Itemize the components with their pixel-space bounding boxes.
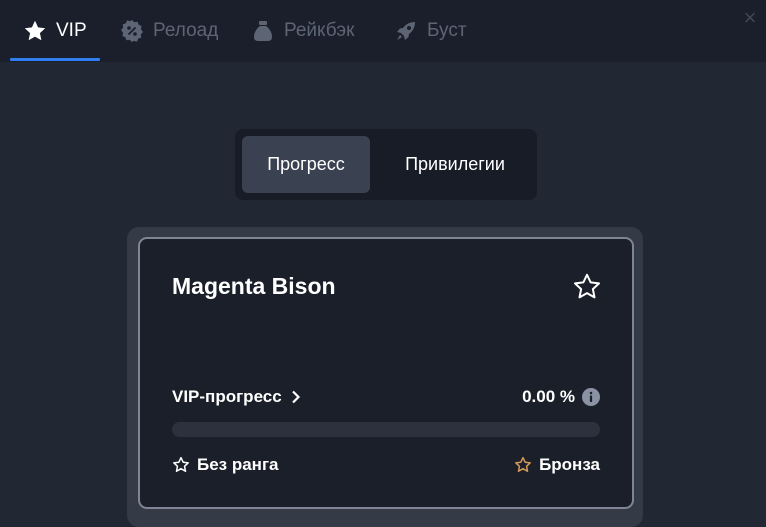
tab-vip-label: VIP	[56, 20, 87, 41]
tab-boost-label: Буст	[427, 20, 467, 41]
view-toggle: Прогресс Привилегии	[235, 129, 537, 200]
tab-rakeback-label: Рейкбэк	[284, 20, 355, 41]
tab-rakeback[interactable]: Рейкбэк	[250, 0, 354, 62]
chevron-right-icon	[291, 390, 300, 404]
next-rank-label: Бронза	[539, 455, 600, 474]
star-outline-icon	[574, 273, 600, 299]
vip-progress-row: VIP-прогресс 0.00 %	[172, 385, 600, 409]
favorite-star-button[interactable]	[572, 272, 602, 302]
next-rank: Бронза	[514, 455, 600, 475]
tab-reload[interactable]: Релоад	[119, 0, 218, 62]
tab-boost[interactable]: Буст	[393, 0, 467, 62]
rank-row: Без ранга Бронза	[172, 453, 600, 477]
active-tab-indicator	[10, 58, 100, 61]
vip-progress-link[interactable]: VIP-прогресс	[172, 387, 301, 407]
privileges-toggle-button[interactable]: Привилегии	[379, 136, 531, 193]
tab-reload-label: Релоад	[153, 20, 219, 41]
progress-percent-group: 0.00 %	[522, 387, 600, 407]
current-rank-label: Без ранга	[197, 455, 279, 474]
tab-vip[interactable]: VIP	[22, 0, 87, 62]
top-tab-bar: VIP Релоад Рейкбэк Буст ×	[0, 0, 766, 62]
percent-badge-icon	[119, 18, 145, 44]
rocket-icon	[393, 18, 419, 44]
player-name: Magenta Bison	[172, 273, 336, 299]
vip-card: Magenta Bison VIP-прогресс 0.00 % Без ра…	[138, 237, 634, 509]
info-icon[interactable]	[582, 388, 600, 406]
progress-bar	[172, 422, 600, 437]
progress-toggle-button[interactable]: Прогресс	[242, 136, 370, 193]
star-icon	[22, 18, 48, 44]
bronze-star-icon	[515, 456, 532, 472]
progress-percent: 0.00 %	[522, 387, 575, 406]
star-outline-icon	[173, 456, 189, 472]
money-bag-icon	[250, 18, 276, 44]
close-button[interactable]: ×	[738, 6, 762, 30]
vip-progress-label: VIP-прогресс	[172, 387, 282, 406]
current-rank: Без ранга	[172, 455, 279, 475]
